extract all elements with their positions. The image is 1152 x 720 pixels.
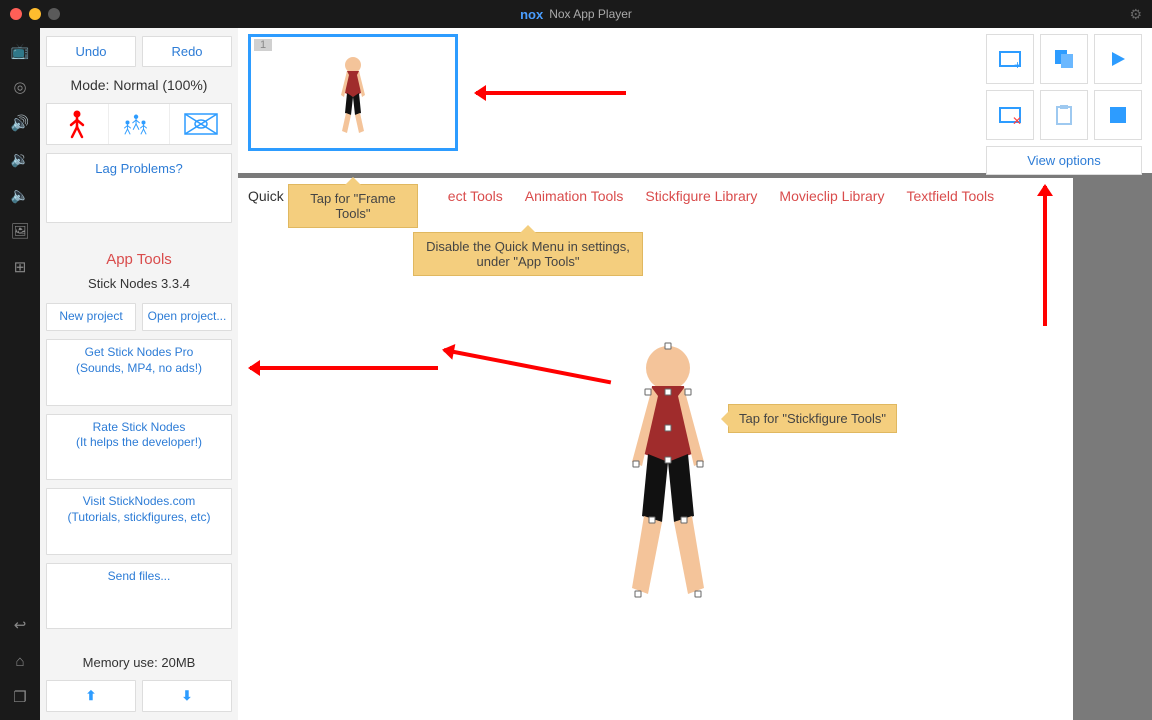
paste-button[interactable] [1040,90,1088,140]
annotation-arrow [250,366,438,370]
copy-button[interactable] [1040,34,1088,84]
add-frame-button[interactable]: + [986,34,1034,84]
volume-up-icon[interactable]: 🔊 [11,114,29,132]
volume-down-icon[interactable]: 🔉 [11,150,29,168]
mode-multi-figure[interactable] [109,104,171,144]
stage: 1 Quick ect To [238,28,1152,720]
titlebar: nox Nox App Player ⚙ [0,0,1152,28]
mode-camera[interactable] [170,104,231,144]
quick-menu-item[interactable]: Stickfigure Library [645,188,757,204]
view-options-button[interactable]: View options [986,146,1142,175]
mode-selector [46,103,232,145]
left-panel: Undo Redo Mode: Normal (100%) Lag Proble… [40,28,238,720]
open-project-button[interactable]: Open project... [142,303,232,331]
home-icon[interactable]: ⌂ [11,652,29,670]
recents-icon[interactable]: ❐ [11,688,29,706]
mute-icon[interactable]: 🔈 [11,186,29,204]
tip-stickfigure-tools: Tap for "Stickfigure Tools" [728,404,897,433]
send-files-button[interactable]: Send files... [46,563,232,629]
delete-frame-button[interactable]: ✕ [986,90,1034,140]
stop-button[interactable] [1094,90,1142,140]
location-icon[interactable]: ◎ [11,78,29,96]
quick-menu-item[interactable]: Animation Tools [525,188,624,204]
quick-menu-item[interactable]: Movieclip Library [779,188,884,204]
annotation-arrow [476,91,626,95]
annotation-arrow [1043,186,1047,326]
arrow-down-button[interactable]: ⬇ [142,680,232,712]
back-icon[interactable]: ↩ [11,616,29,634]
settings-icon[interactable]: ⚙ [1129,6,1142,23]
tip-frame-tools: Tap for "Frame Tools" [288,184,418,228]
app-tools-header: App Tools [46,251,232,268]
window-title: Nox App Player [549,7,632,21]
mode-single-figure[interactable] [47,104,109,144]
get-pro-button[interactable]: Get Stick Nodes Pro (Sounds, MP4, no ads… [46,339,232,405]
stickfigure[interactable] [608,344,728,619]
undo-button[interactable]: Undo [46,36,136,67]
new-project-button[interactable]: New project [46,303,136,331]
visit-site-button[interactable]: Visit StickNodes.com (Tutorials, stickfi… [46,488,232,554]
svg-text:✕: ✕ [1012,114,1022,125]
minimize-window-button[interactable] [29,8,41,20]
svg-text:+: + [1014,58,1021,69]
emulator-sidebar: 📺 ◎ 🔊 🔉 🔈 🖼 ⊞ ↩ ⌂ ❐ [0,28,40,720]
mode-label: Mode: Normal (100%) [46,75,232,95]
arrow-up-button[interactable]: ⬆ [46,680,136,712]
canvas[interactable] [238,214,1073,720]
lag-problems-button[interactable]: Lag Problems? [46,153,232,223]
version-label: Stick Nodes 3.3.4 [46,276,232,291]
frame-thumbnail[interactable]: 1 [248,34,458,151]
tv-icon[interactable]: 📺 [11,42,29,60]
play-button[interactable] [1094,34,1142,84]
memory-label: Memory use: 20MB [46,651,232,672]
multi-instance-icon[interactable]: ⊞ [11,258,29,276]
rate-button[interactable]: Rate Stick Nodes (It helps the developer… [46,414,232,480]
tip-disable-quick-menu: Disable the Quick Menu in settings, unde… [413,232,643,276]
right-panel: + ✕ View options [986,34,1146,175]
quick-menu-item[interactable]: ect Tools [448,188,503,204]
nox-logo: nox [520,7,543,22]
frame-number: 1 [254,39,272,51]
close-window-button[interactable] [10,8,22,20]
quick-menu-item[interactable]: Textfield Tools [906,188,994,204]
screenshot-icon[interactable]: 🖼 [11,222,29,240]
redo-button[interactable]: Redo [142,36,232,67]
maximize-window-button[interactable] [48,8,60,20]
quick-menu-label: Quick [248,188,284,204]
